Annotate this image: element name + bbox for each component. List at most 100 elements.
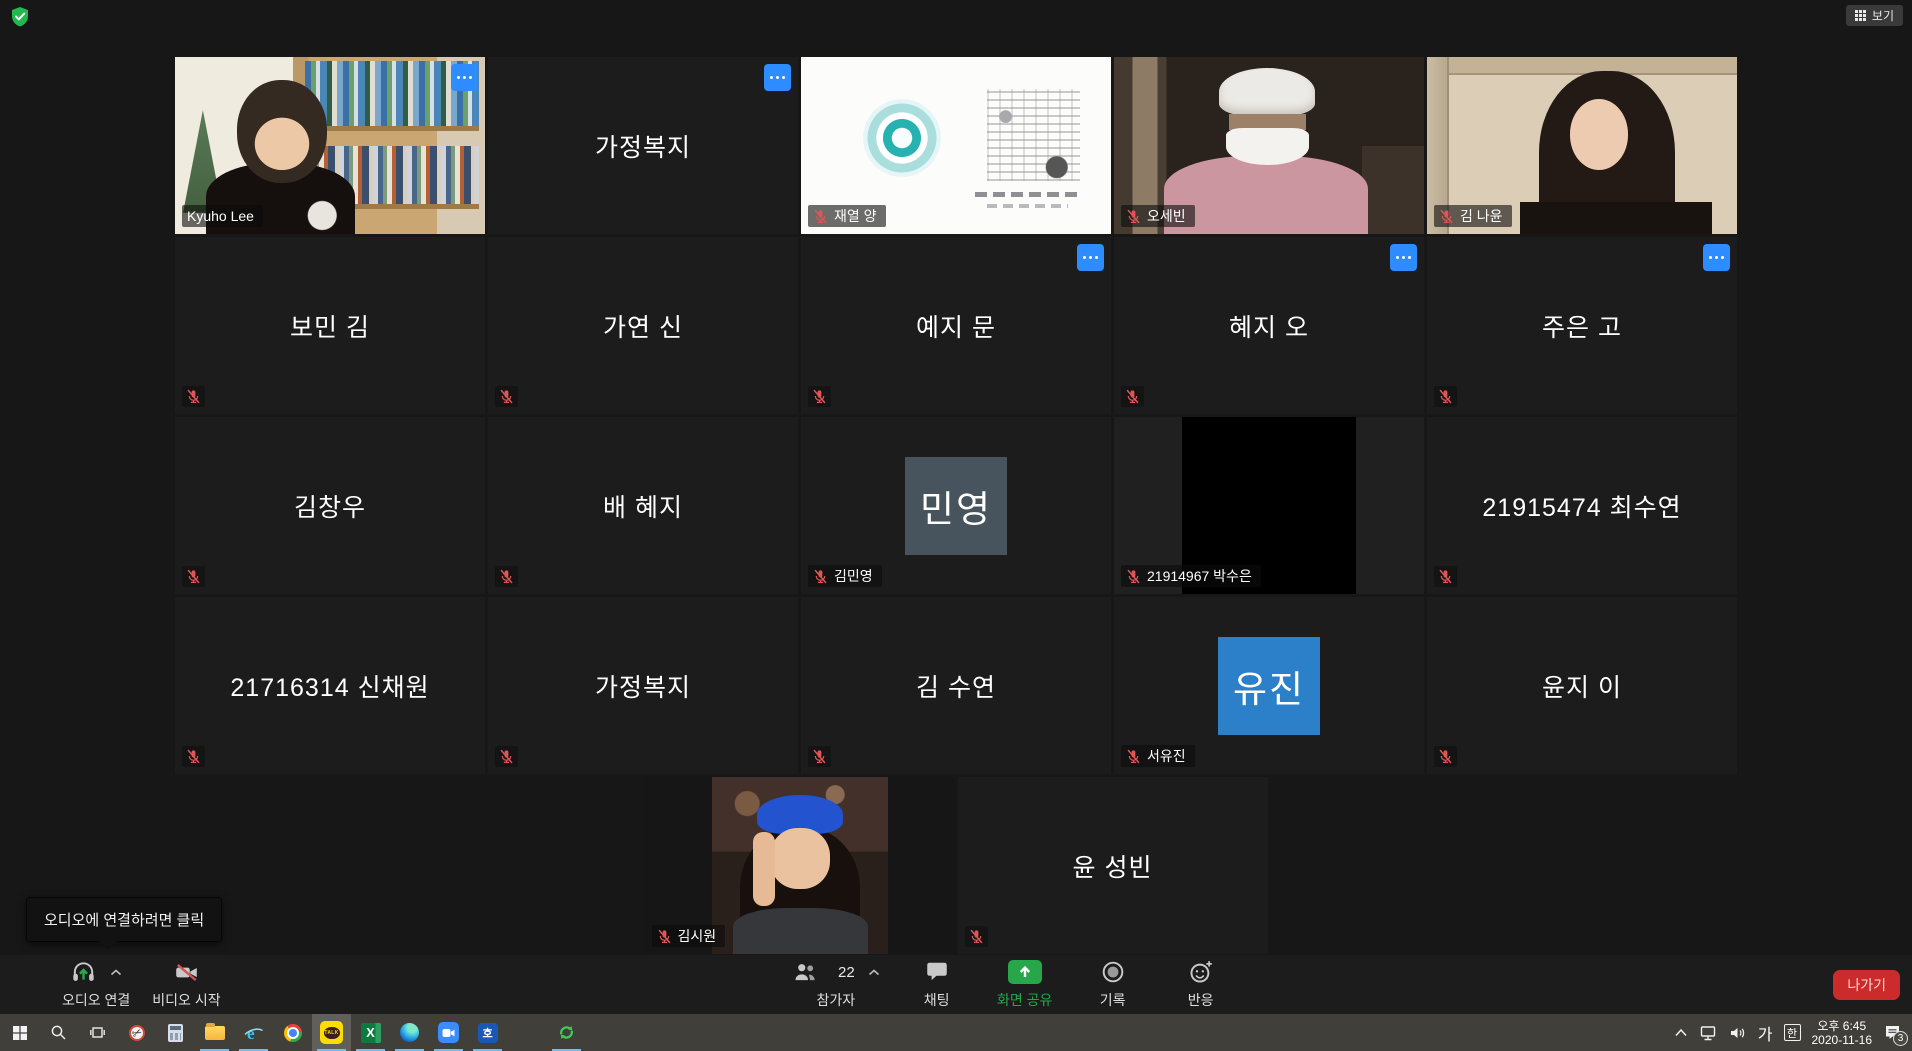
taskbar-file-explorer-icon[interactable] [195,1014,234,1051]
join-audio-label: 오디오 연결 [62,990,130,1010]
muted-mic-icon [1126,209,1141,224]
chat-button[interactable]: 채팅 [906,955,968,1014]
network-display-icon[interactable] [1699,1025,1718,1041]
taskbar-chrome-icon[interactable] [273,1014,312,1051]
muted-mic-icon [186,389,201,404]
participant-name-tag: 김 나윤 [1434,205,1512,227]
participant-name: 21716314 신채원 [175,597,485,774]
participants-label: 참가자 [817,990,856,1010]
participant-tile[interactable]: 21716314 신채원 [175,597,485,774]
muted-mic-icon [499,569,514,584]
muted-mic-badge [1121,386,1144,407]
security-shield-icon[interactable] [9,6,31,28]
taskbar-zoom-icon[interactable] [429,1014,468,1051]
muted-mic-icon [499,749,514,764]
clock-time: 오후 6:45 [1812,1019,1873,1033]
participant-tile[interactable]: 김창우 [175,417,485,594]
taskbar-calculator-icon[interactable] [156,1014,195,1051]
participant-name-tag: 21914967 박수은 [1121,565,1261,587]
muted-mic-icon [1439,209,1454,224]
participant-tile[interactable]: 21914967 박수은 [1114,417,1424,594]
participant-tile[interactable]: 가연 신 [488,237,798,414]
participant-tile[interactable]: 김 나윤 [1427,57,1737,234]
action-center-icon[interactable]: 3 [1883,1024,1902,1041]
participant-tile[interactable]: 배 혜지 [488,417,798,594]
participants-caret-icon[interactable] [868,969,880,976]
participant-name: 윤 성빈 [958,777,1268,954]
reactions-label: 반응 [1188,990,1214,1010]
participant-tile[interactable]: Kyuho Lee [175,57,485,234]
participant-gallery: Kyuho Lee가정복지재열 양오세빈김 나윤보민 김가연 신예지 문혜지 오… [0,57,1912,954]
participant-tile[interactable]: 주은 고 [1427,237,1737,414]
participant-name: 서유진 [1147,748,1186,764]
participant-tile[interactable]: 보민 김 [175,237,485,414]
tile-more-options-button[interactable] [764,64,791,91]
participants-button[interactable]: 22 참가자 [792,955,880,1014]
taskbar-kakaotalk-icon[interactable]: TALK [312,1014,351,1051]
leave-meeting-button[interactable]: 나가기 [1833,970,1900,1000]
view-button[interactable]: 보기 [1846,5,1903,26]
muted-mic-icon [969,929,984,944]
reactions-button[interactable]: 반응 [1170,955,1232,1014]
start-video-button[interactable]: 비디오 시작 [152,955,220,1014]
participant-name: 김 나윤 [1460,208,1503,224]
participant-tile[interactable]: 유진서유진 [1114,597,1424,774]
tile-more-options-button[interactable] [1077,244,1104,271]
participant-name: 보민 김 [175,237,485,414]
muted-mic-icon [1438,749,1453,764]
participant-name: Kyuho Lee [187,208,254,224]
participant-tile[interactable]: 21915474 최수연 [1427,417,1737,594]
participant-tile[interactable]: 윤 성빈 [958,777,1268,954]
participant-name: 혜지 오 [1114,237,1424,414]
participant-tile[interactable]: 김 수연 [801,597,1111,774]
taskbar-excel-icon[interactable]: X [351,1014,390,1051]
audio-options-caret-icon[interactable] [110,969,122,976]
participant-avatar: 민영 [905,457,1007,555]
tile-more-options-button[interactable] [451,64,478,91]
view-button-label: 보기 [1872,7,1894,24]
participant-tile[interactable]: 윤지 이 [1427,597,1737,774]
svg-text:e: e [247,1024,255,1043]
participant-tile[interactable]: 민영김민영 [801,417,1111,594]
taskbar-sync-app-icon[interactable] [547,1014,586,1051]
participant-name: 김 수연 [801,597,1111,774]
participant-name: 주은 고 [1427,237,1737,414]
ime-han-indicator[interactable]: 한 [1784,1024,1801,1041]
tile-more-options-button[interactable] [1390,244,1417,271]
participant-tile[interactable]: 가정복지 [488,57,798,234]
muted-mic-badge [182,386,205,407]
gallery-row: 21716314 신채원가정복지김 수연유진서유진윤지 이 [0,597,1912,774]
muted-mic-icon [186,569,201,584]
tile-more-options-button[interactable] [1703,244,1730,271]
record-button[interactable]: 기록 [1082,955,1144,1014]
speaker-volume-icon[interactable] [1729,1025,1747,1041]
share-screen-button[interactable]: 화면 공유 [994,955,1056,1014]
participant-tile[interactable]: 재열 양 [801,57,1111,234]
participant-name-tag: 오세빈 [1121,205,1195,227]
participant-name-tag: 서유진 [1121,745,1195,767]
taskbar-edge-icon[interactable] [390,1014,429,1051]
ime-korean-indicator[interactable]: 가 [1758,1021,1773,1045]
chat-bubble-icon [924,959,950,985]
taskbar-snipping-tool-icon[interactable]: ✂ [117,1014,156,1051]
participant-name: 가정복지 [488,57,798,234]
record-label: 기록 [1100,990,1126,1010]
muted-mic-icon [812,389,827,404]
participant-tile[interactable]: 오세빈 [1114,57,1424,234]
participant-tile[interactable]: 예지 문 [801,237,1111,414]
taskbar-search-icon[interactable] [39,1014,78,1051]
taskbar-task-view-icon[interactable] [78,1014,117,1051]
muted-mic-badge [1434,566,1457,587]
taskbar-internet-explorer-icon[interactable]: e [234,1014,273,1051]
audio-tooltip: 오디오에 연결하려면 클릭 [26,897,222,942]
muted-mic-icon [813,569,828,584]
taskbar-windows-start-icon[interactable] [0,1014,39,1051]
join-audio-button[interactable]: 오디오 연결 [62,955,130,1014]
taskbar-clock[interactable]: 오후 6:45 2020-11-16 [1812,1019,1873,1047]
tray-chevron-up-icon[interactable] [1674,1028,1688,1037]
participant-tile[interactable]: 김시원 [645,777,955,954]
participant-tile[interactable]: 가정복지 [488,597,798,774]
participant-tile[interactable]: 혜지 오 [1114,237,1424,414]
taskbar-hancom-office-icon[interactable]: 호 [468,1014,507,1051]
participant-name: 윤지 이 [1427,597,1737,774]
